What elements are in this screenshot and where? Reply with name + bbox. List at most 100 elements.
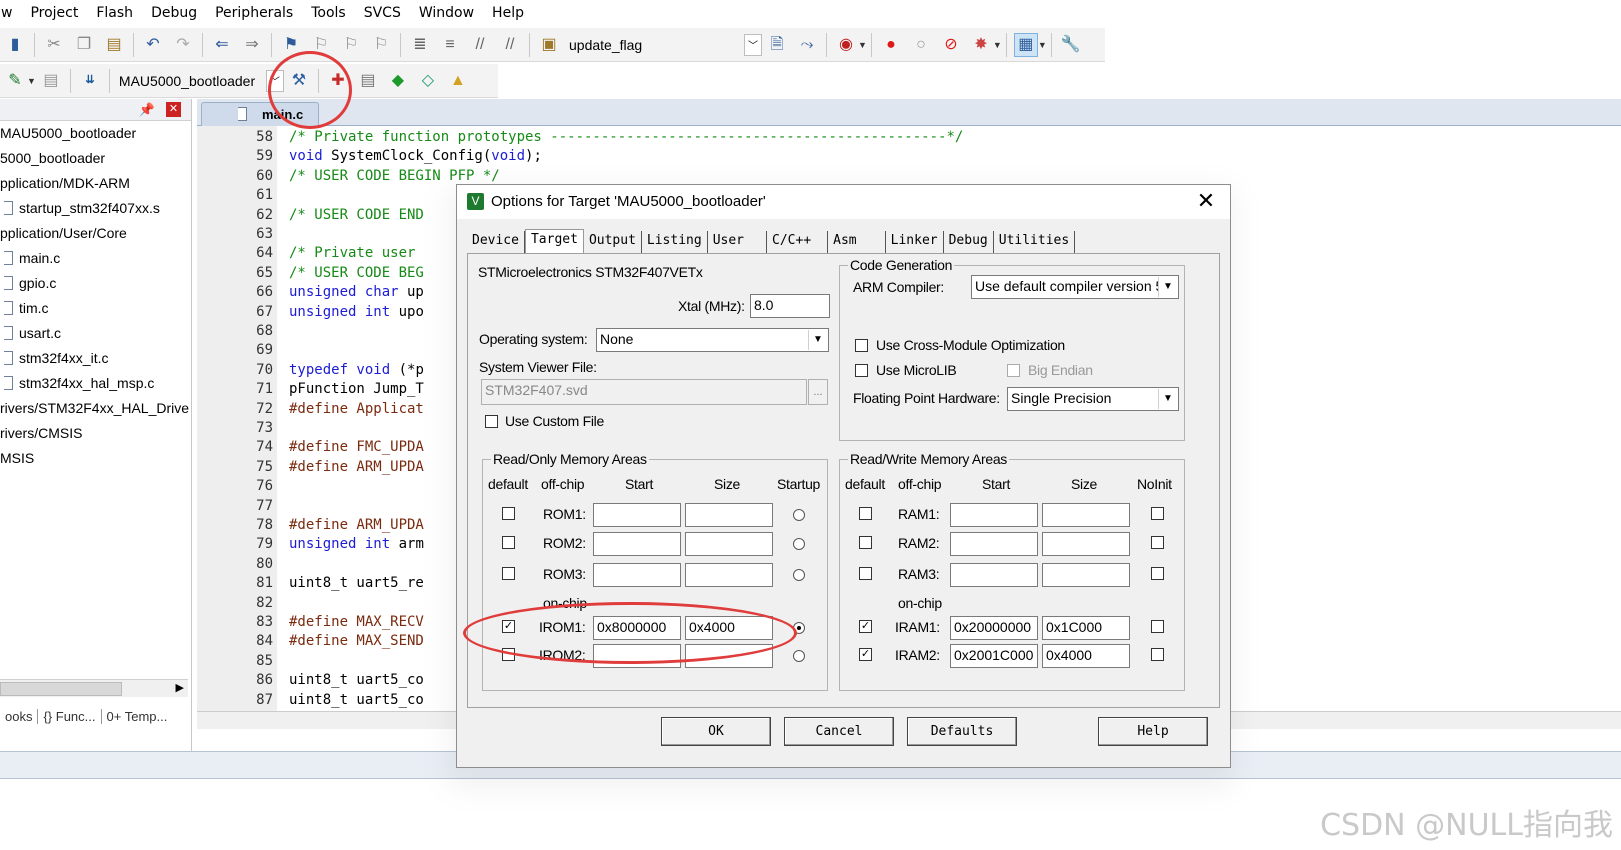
close-icon[interactable]: ✕ xyxy=(166,102,181,117)
nav-forward-icon[interactable]: ⇒ xyxy=(240,33,264,57)
disable-breakpoint-icon[interactable]: ○ xyxy=(909,33,933,57)
rom-default-checkbox[interactable] xyxy=(502,507,515,520)
comment-icon[interactable]: // xyxy=(468,33,492,57)
rom-default-checkbox[interactable] xyxy=(502,536,515,549)
window-layout-icon[interactable]: ▦ xyxy=(1013,32,1038,57)
ram-start-input[interactable] xyxy=(950,503,1038,527)
find-in-files-icon[interactable]: ▣ xyxy=(537,33,561,57)
noinit-checkbox[interactable] xyxy=(1151,620,1164,633)
tab-functions[interactable]: {} Func... xyxy=(38,708,102,724)
build-icon[interactable]: ✎ xyxy=(3,69,27,93)
tab-device[interactable]: Device xyxy=(467,231,525,253)
chevron-down-icon[interactable]: ▼ xyxy=(1038,40,1047,50)
chevron-down-icon[interactable]: ▼ xyxy=(1158,389,1177,409)
manage-rte-icon[interactable]: ◆ xyxy=(386,69,410,93)
chevron-down-icon[interactable]: ▼ xyxy=(993,40,1002,50)
tab-asm[interactable]: Asm xyxy=(828,231,886,253)
xtal-input[interactable]: 8.0 xyxy=(750,294,830,318)
project-tree-item[interactable]: MSIS xyxy=(0,446,191,471)
noinit-checkbox[interactable] xyxy=(1151,507,1164,520)
tab-linker[interactable]: Linker xyxy=(886,231,944,253)
ram-default-checkbox[interactable]: ✓ xyxy=(859,648,872,661)
rom-start-input[interactable] xyxy=(593,503,681,527)
chevron-down-icon[interactable]: ▼ xyxy=(1158,277,1177,297)
menu-window-partial[interactable]: w xyxy=(0,5,21,21)
ram-start-input[interactable] xyxy=(950,563,1038,587)
tab-utilities[interactable]: Utilities xyxy=(994,231,1076,253)
project-tree-item[interactable]: usart.c xyxy=(0,321,191,346)
kill-breakpoints-icon[interactable]: ✸ xyxy=(969,33,993,57)
chevron-down-icon[interactable]: ▼ xyxy=(808,330,827,350)
function-combo[interactable]: update_flag xyxy=(564,32,744,58)
undo-icon[interactable]: ↶ xyxy=(141,33,165,57)
disable-all-breakpoints-icon[interactable]: ⊘ xyxy=(939,33,963,57)
rom-size-input[interactable] xyxy=(685,503,773,527)
arm-compiler-select[interactable]: Use default compiler version 5 ▼ xyxy=(971,275,1179,299)
tab-target[interactable]: Target xyxy=(524,229,584,253)
rom-size-input[interactable] xyxy=(685,563,773,587)
scrollbar-thumb[interactable] xyxy=(0,682,122,696)
microlib-checkbox[interactable] xyxy=(855,364,868,377)
menu-window[interactable]: Window xyxy=(410,5,483,21)
project-tree-item[interactable]: tim.c xyxy=(0,296,191,321)
select-packs-icon[interactable]: ▤ xyxy=(356,69,380,93)
configure-icon[interactable]: 🔧 xyxy=(1059,33,1083,57)
uncomment-icon[interactable]: // xyxy=(498,33,522,57)
startup-radio[interactable] xyxy=(793,538,805,550)
indent-icon[interactable]: ≣ xyxy=(408,33,432,57)
menu-peripherals[interactable]: Peripherals xyxy=(206,5,302,21)
project-tree-item[interactable]: MAU5000_bootloader xyxy=(0,121,191,146)
find-icon[interactable]: 🗎 xyxy=(765,33,789,57)
ram-default-checkbox[interactable] xyxy=(859,536,872,549)
noinit-checkbox[interactable] xyxy=(1151,536,1164,549)
tab-debug[interactable]: Debug xyxy=(944,231,994,253)
unindent-icon[interactable]: ≡ xyxy=(438,33,462,57)
startup-radio[interactable] xyxy=(793,509,805,521)
noinit-checkbox[interactable] xyxy=(1151,567,1164,580)
chevron-down-icon[interactable]: ▼ xyxy=(27,76,36,86)
tab-listing[interactable]: Listing xyxy=(642,231,708,253)
cut-icon[interactable]: ✂ xyxy=(42,33,66,57)
defaults-button[interactable]: Defaults xyxy=(907,717,1017,746)
tab-books[interactable]: ooks xyxy=(0,708,39,724)
paste-icon[interactable]: ▤ xyxy=(102,33,126,57)
ram-size-input[interactable]: 0x1C000 xyxy=(1042,616,1130,640)
rom-size-input[interactable] xyxy=(685,532,773,556)
download-icon[interactable]: ⇊ xyxy=(78,69,102,93)
incremental-find-icon[interactable]: ⤳ xyxy=(795,33,819,57)
breakpoint-icon[interactable]: ● xyxy=(879,33,903,57)
rom-start-input[interactable] xyxy=(593,563,681,587)
target-combo[interactable]: MAU5000_bootloader xyxy=(114,68,266,94)
ram-start-input[interactable]: 0x2001C000 xyxy=(950,644,1038,668)
menu-tools[interactable]: Tools xyxy=(302,5,355,21)
redo-icon[interactable]: ↷ xyxy=(171,33,195,57)
project-tree-item[interactable]: gpio.c xyxy=(0,271,191,296)
tab-output[interactable]: Output xyxy=(584,231,642,253)
pack-installer-icon[interactable]: ◇ xyxy=(416,69,440,93)
ram-start-input[interactable]: 0x20000000 xyxy=(950,616,1038,640)
horizontal-scrollbar[interactable]: ▶ xyxy=(0,679,188,697)
debug-session-icon[interactable]: ◉ xyxy=(834,33,858,57)
ram-start-input[interactable] xyxy=(950,532,1038,556)
copy-icon[interactable]: ❐ xyxy=(72,33,96,57)
startup-radio[interactable] xyxy=(793,650,805,662)
pack-icon[interactable]: ▲ xyxy=(446,69,470,93)
tab-user[interactable]: User xyxy=(708,231,768,253)
chevron-down-icon[interactable]: ▼ xyxy=(858,40,867,50)
ram-size-input[interactable] xyxy=(1042,532,1130,556)
ram-default-checkbox[interactable]: ✓ xyxy=(859,620,872,633)
menu-project[interactable]: Project xyxy=(21,5,87,21)
project-tree-item[interactable]: main.c xyxy=(0,246,191,271)
batch-build-icon[interactable]: ▤ xyxy=(39,69,63,93)
tab-c-cpp[interactable]: C/C++ xyxy=(767,231,829,253)
os-select[interactable]: None ▼ xyxy=(596,328,829,352)
ram-default-checkbox[interactable] xyxy=(859,567,872,580)
ok-button[interactable]: OK xyxy=(661,717,771,746)
menu-svcs[interactable]: SVCS xyxy=(355,5,410,21)
project-tree-item[interactable]: stm32f4xx_it.c xyxy=(0,346,191,371)
startup-radio[interactable] xyxy=(793,569,805,581)
menu-flash[interactable]: Flash xyxy=(87,5,142,21)
next-bookmark-icon[interactable]: ⚐ xyxy=(339,33,363,57)
ram-size-input[interactable] xyxy=(1042,503,1130,527)
cancel-button[interactable]: Cancel xyxy=(784,717,894,746)
